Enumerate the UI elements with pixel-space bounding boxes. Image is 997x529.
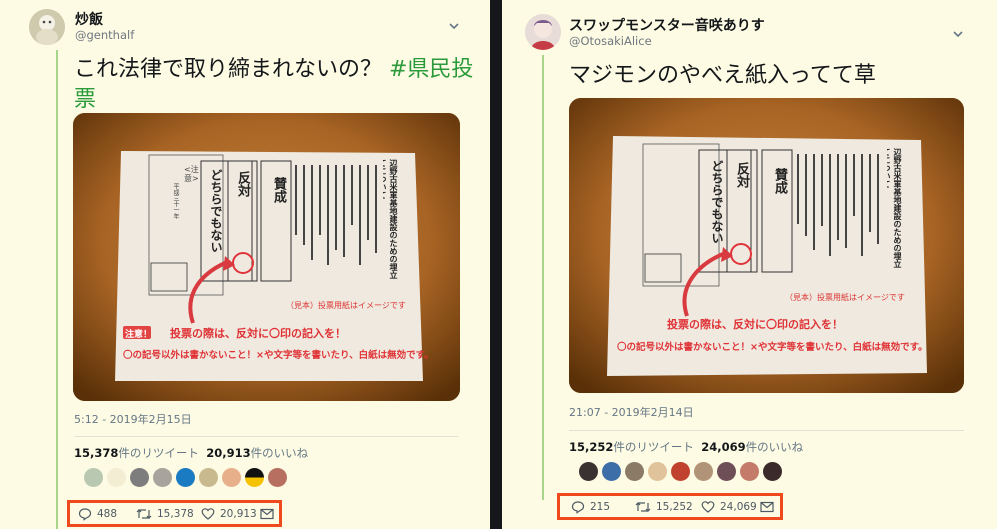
reply-count: 488 (97, 508, 118, 520)
reply-count: 215 (590, 501, 611, 513)
heart-icon (201, 508, 215, 520)
liker-avatar[interactable] (268, 468, 287, 487)
retweet-action-count: 15,252 (656, 501, 693, 513)
like-button[interactable]: 20,913 (201, 507, 257, 521)
tweet-stats: 15,252件のリツイート 24,069件のいいね (569, 439, 803, 455)
like-label: 件のいいね (250, 446, 309, 460)
liker-avatar[interactable] (222, 468, 241, 487)
liker-avatars (579, 462, 782, 481)
ballot-warning-1: 投票の際は、反対に〇印の記入を！ (170, 327, 346, 340)
hashtag-link[interactable]: #県民投 (389, 57, 473, 82)
liker-avatar[interactable] (625, 462, 644, 481)
like-count[interactable]: 20,913 (206, 446, 250, 460)
tweet-timestamp[interactable]: 21:07 - 2019年2月14日 (569, 404, 694, 420)
liker-avatars (84, 468, 287, 487)
liker-avatar[interactable] (579, 462, 598, 481)
liker-avatar[interactable] (84, 468, 103, 487)
action-bar-highlight: 215 15,252 24,069 (557, 493, 783, 520)
ballot-option-neither: どちらでもない (710, 160, 724, 244)
retweet-icon (136, 509, 152, 519)
like-action-count: 24,069 (720, 501, 757, 513)
display-name[interactable]: 炒飯 (75, 9, 103, 29)
reply-button[interactable]: 488 (78, 507, 117, 521)
chevron-down-icon[interactable] (447, 19, 461, 33)
ballot-warning-2: 〇の記号以外は書かないこと！×や文字等を書いたり、白紙は無効です。 (617, 342, 928, 353)
liker-avatar[interactable] (648, 462, 667, 481)
liker-avatar[interactable] (199, 468, 218, 487)
ballot-date: 平成三十一年 (172, 183, 179, 219)
like-label: 件のいいね (745, 440, 804, 454)
tweet-text-body: これ法律で取り締まれないの？ (74, 57, 389, 82)
heart-icon (701, 501, 715, 513)
reply-icon (78, 508, 92, 521)
liker-avatar[interactable] (153, 468, 172, 487)
message-button[interactable] (760, 501, 774, 513)
retweet-button[interactable]: 15,252 (635, 500, 693, 514)
ballot-option-neither: どちらでもない (209, 169, 223, 253)
divider (74, 436, 458, 437)
tweet-photo[interactable]: <注意> 平成三十一年 どちらでもない 反対 賛成 辺野古米軍基地建設のための埋… (73, 113, 460, 401)
retweet-button[interactable]: 15,378 (136, 507, 194, 521)
thread-line (542, 55, 544, 500)
tweet-right: スワップモンスター音咲ありす @OtosakiAlice マジモンのやべえ紙入っ… (502, 0, 997, 529)
message-button[interactable] (260, 508, 274, 520)
ballot-title: 辺野古米軍基地建設のための埋立てについて (887, 148, 902, 268)
reply-icon (571, 501, 585, 514)
thread-line (56, 50, 58, 529)
ballot-sample-note: （見本）投票用紙はイメージです (286, 301, 406, 310)
ballot-option-for: 賛成 (772, 168, 787, 194)
ballot-sample-note: （見本）投票用紙はイメージです (785, 293, 905, 302)
avatar[interactable] (29, 9, 65, 45)
divider (569, 430, 964, 431)
action-bar-highlight: 488 15,378 20,913 (67, 500, 282, 527)
ballot-option-against: 反対 (235, 171, 250, 197)
retweet-count[interactable]: 15,252 (569, 440, 613, 454)
liker-avatar[interactable] (740, 462, 759, 481)
ballot-notice: <注意> (184, 165, 199, 183)
liker-avatar[interactable] (245, 468, 264, 487)
like-count[interactable]: 24,069 (701, 440, 745, 454)
ballot-warning-2: 〇の記号以外は書かないこと！×や文字等を書いたり、白紙は無効です。 (123, 350, 434, 361)
display-name[interactable]: スワップモンスター音咲ありす (569, 15, 765, 35)
tweet-text: これ法律で取り締まれないの？ #県民投票 (74, 55, 474, 115)
liker-avatar[interactable] (671, 462, 690, 481)
like-button[interactable]: 24,069 (701, 500, 757, 514)
liker-avatar[interactable] (694, 462, 713, 481)
like-action-count: 20,913 (220, 508, 257, 520)
ballot-option-against: 反対 (734, 162, 749, 188)
reply-button[interactable]: 215 (571, 500, 610, 514)
liker-avatar[interactable] (107, 468, 126, 487)
liker-avatar[interactable] (602, 462, 621, 481)
tweet-stats: 15,378件のリツイート 20,913件のいいね (74, 445, 308, 461)
tweet-left: 炒飯 @genthalf これ法律で取り締まれないの？ #県民投票 <注意> 平… (0, 0, 490, 529)
retweet-label: 件のリツイート (613, 440, 694, 454)
liker-avatar[interactable] (176, 468, 195, 487)
user-handle[interactable]: @genthalf (75, 28, 134, 42)
retweet-icon (635, 502, 651, 512)
tweet-timestamp[interactable]: 5:12 - 2019年2月15日 (74, 411, 192, 427)
envelope-icon (260, 508, 274, 520)
tweet-text: マジモンのやべえ紙入ってて草 (569, 63, 876, 88)
liker-avatar[interactable] (763, 462, 782, 481)
ballot-title: 辺野古米軍基地建設のための埋立てについて (383, 159, 398, 279)
hashtag-link-cont[interactable]: 票 (74, 87, 96, 112)
retweet-action-count: 15,378 (157, 508, 194, 520)
user-handle[interactable]: @OtosakiAlice (569, 34, 652, 48)
chevron-down-icon[interactable] (951, 27, 965, 41)
screenshot-composite: 炒飯 @genthalf これ法律で取り締まれないの？ #県民投票 <注意> 平… (0, 0, 997, 529)
retweet-count[interactable]: 15,378 (74, 446, 118, 460)
ballot-warning-tag: 注意！ (125, 330, 153, 340)
liker-avatar[interactable] (130, 468, 149, 487)
liker-avatar[interactable] (717, 462, 736, 481)
envelope-icon (760, 501, 774, 513)
ballot-option-for: 賛成 (271, 177, 286, 203)
ballot-warning-1: 投票の際は、反対に〇印の記入を！ (667, 318, 843, 331)
panel-divider (490, 0, 502, 529)
retweet-label: 件のリツイート (118, 446, 199, 460)
avatar[interactable] (525, 14, 561, 50)
tweet-photo[interactable]: どちらでもない 反対 賛成 辺野古米軍基地建設のための埋立てについて （見本）投… (569, 98, 964, 393)
